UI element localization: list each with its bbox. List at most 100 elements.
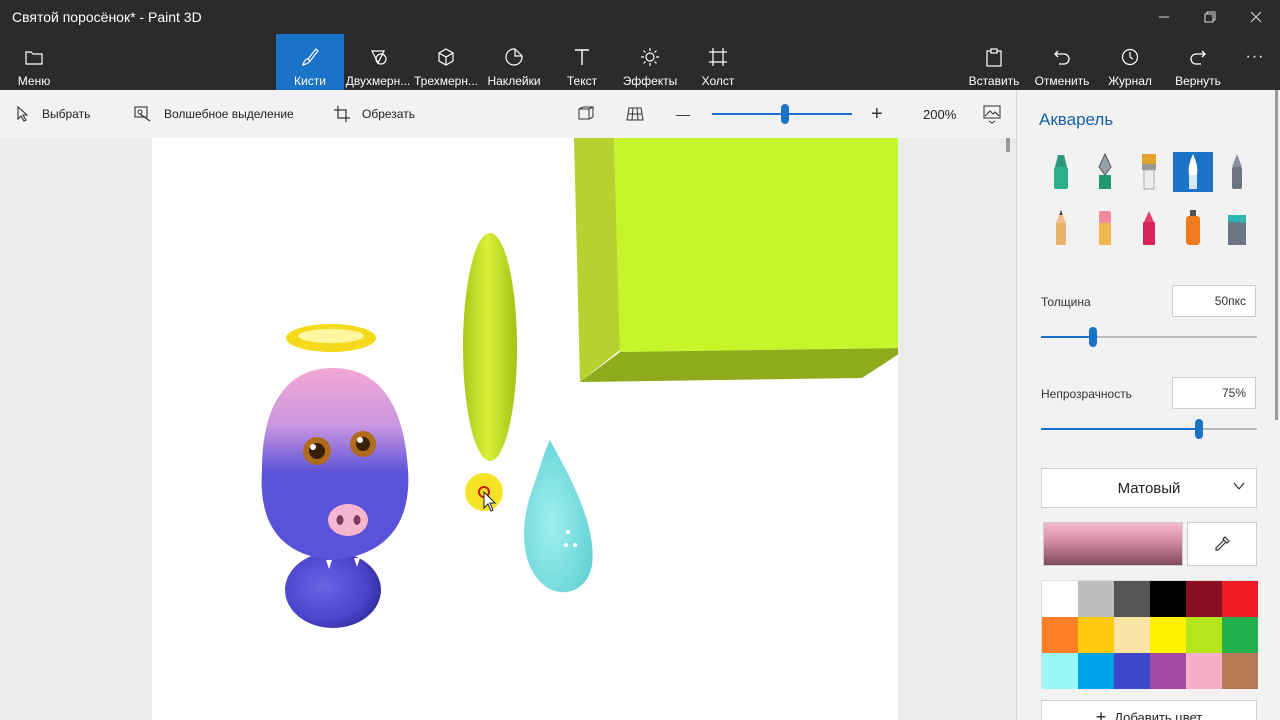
tab-text[interactable]: Текст bbox=[548, 34, 616, 90]
eyedropper-button[interactable] bbox=[1187, 522, 1257, 566]
brush-panel: Акварель Толщина 50пкс Непрозрачность 75… bbox=[1016, 90, 1280, 720]
color-swatch[interactable] bbox=[1114, 617, 1150, 653]
calligraphy-pen-button[interactable] bbox=[1085, 152, 1125, 192]
magic-select-button[interactable]: Волшебное выделение bbox=[134, 90, 294, 138]
color-swatch[interactable] bbox=[1114, 581, 1150, 617]
tab-brushes[interactable]: Кисти bbox=[276, 34, 344, 90]
menu-button[interactable]: Меню bbox=[6, 34, 62, 90]
select-button[interactable]: Выбрать bbox=[16, 90, 90, 138]
color-swatch[interactable] bbox=[1222, 653, 1258, 689]
pencil-icon bbox=[1056, 210, 1066, 245]
color-swatch[interactable] bbox=[1186, 581, 1222, 617]
text-icon bbox=[575, 49, 589, 65]
color-swatch[interactable] bbox=[1186, 653, 1222, 689]
lime-cube-shape bbox=[574, 138, 908, 382]
magic-select-label: Волшебное выделение bbox=[164, 107, 294, 121]
color-swatch[interactable] bbox=[1078, 653, 1114, 689]
crop-label: Обрезать bbox=[362, 107, 415, 121]
zoom-slider-knob[interactable] bbox=[781, 104, 789, 124]
crop-icon bbox=[334, 106, 350, 122]
color-swatch[interactable] bbox=[1078, 581, 1114, 617]
perspective-grid-toggle[interactable] bbox=[626, 90, 644, 138]
tab-effects-label: Эффекты bbox=[622, 74, 678, 88]
marker-brush-button[interactable] bbox=[1041, 152, 1081, 192]
oil-brush-button[interactable] bbox=[1129, 152, 1169, 192]
fill-bucket-button[interactable] bbox=[1217, 208, 1257, 248]
magic-select-icon bbox=[134, 106, 151, 122]
minimize-button[interactable] bbox=[1141, 0, 1187, 34]
minimize-icon bbox=[1159, 16, 1169, 18]
undo-button[interactable]: Отменить bbox=[1030, 34, 1094, 90]
eyedropper-icon bbox=[1215, 536, 1230, 551]
tab-canvas[interactable]: Холст bbox=[684, 34, 752, 90]
opacity-slider-knob[interactable] bbox=[1195, 419, 1203, 439]
add-color-button[interactable]: + Добавить цвет bbox=[1041, 700, 1257, 720]
tab-stickers-label: Наклейки bbox=[487, 74, 541, 88]
thickness-slider[interactable] bbox=[1041, 327, 1257, 347]
canvas[interactable] bbox=[152, 138, 908, 720]
tab-3d-shapes[interactable]: Трехмерн... bbox=[412, 34, 480, 90]
paste-button[interactable]: Вставить bbox=[962, 34, 1026, 90]
color-swatch[interactable] bbox=[1186, 617, 1222, 653]
pencil-button[interactable] bbox=[1041, 208, 1081, 248]
zoom-in-button[interactable]: + bbox=[871, 90, 883, 138]
thickness-slider-knob[interactable] bbox=[1089, 327, 1097, 347]
paste-icon bbox=[986, 48, 1002, 67]
view-options-button[interactable] bbox=[982, 90, 1002, 138]
thickness-label: Толщина bbox=[1041, 295, 1091, 309]
color-swatch[interactable] bbox=[1222, 581, 1258, 617]
tab-3d-label: Трехмерн... bbox=[414, 74, 478, 88]
view-3d-toggle[interactable] bbox=[578, 90, 596, 138]
color-swatch[interactable] bbox=[1150, 617, 1186, 653]
color-swatch[interactable] bbox=[1042, 581, 1078, 617]
panel-scrollbar[interactable] bbox=[1275, 90, 1278, 420]
opacity-input[interactable]: 75% bbox=[1172, 377, 1256, 409]
color-swatch[interactable] bbox=[1222, 617, 1258, 653]
workspace[interactable] bbox=[0, 138, 1016, 720]
more-button[interactable]: ··· bbox=[1240, 34, 1270, 90]
panel-title: Акварель bbox=[1039, 110, 1114, 129]
3d-view-icon bbox=[578, 106, 594, 120]
stickers-icon bbox=[505, 48, 523, 66]
color-swatch[interactable] bbox=[1042, 653, 1078, 689]
thickness-input[interactable]: 50пкс bbox=[1172, 285, 1256, 317]
opacity-slider-fill bbox=[1041, 428, 1199, 430]
crayon-icon bbox=[1143, 211, 1155, 245]
color-swatch[interactable] bbox=[1078, 617, 1114, 653]
zoom-slider[interactable] bbox=[712, 90, 852, 138]
color-swatch[interactable] bbox=[1042, 617, 1078, 653]
color-swatch[interactable] bbox=[1114, 653, 1150, 689]
finish-dropdown[interactable]: Матовый bbox=[1041, 468, 1257, 508]
tab-2d-label: Двухмерн... bbox=[345, 74, 411, 88]
cursor-arrow-icon bbox=[17, 106, 29, 122]
pixel-pen-icon bbox=[1232, 154, 1242, 189]
canvas-vertical-scrollbar[interactable] bbox=[1006, 138, 1010, 152]
undo-icon bbox=[1054, 50, 1070, 65]
pixel-pen-button[interactable] bbox=[1217, 152, 1257, 192]
color-swatch[interactable] bbox=[1150, 581, 1186, 617]
restore-button[interactable] bbox=[1187, 0, 1233, 34]
calligraphy-pen-icon bbox=[1098, 153, 1112, 189]
eraser-button[interactable] bbox=[1085, 208, 1125, 248]
zoom-out-button[interactable]: — bbox=[676, 90, 690, 138]
redo-button[interactable]: Вернуть bbox=[1166, 34, 1230, 90]
tab-effects[interactable]: Эффекты bbox=[616, 34, 684, 90]
secondary-toolbar: Выбрать Волшебное выделение Обрезать — +… bbox=[0, 90, 1016, 138]
crop-button[interactable]: Обрезать bbox=[334, 90, 415, 138]
canvas-artwork[interactable] bbox=[152, 138, 908, 720]
history-button[interactable]: Журнал bbox=[1098, 34, 1162, 90]
opacity-slider[interactable] bbox=[1041, 419, 1257, 439]
watercolor-brush-button[interactable] bbox=[1173, 152, 1213, 192]
close-button[interactable] bbox=[1233, 0, 1279, 34]
3d-shapes-icon bbox=[438, 48, 454, 66]
crayon-button[interactable] bbox=[1129, 208, 1169, 248]
oil-brush-icon bbox=[1142, 154, 1156, 190]
color-swatch[interactable] bbox=[1150, 653, 1186, 689]
tab-2d-shapes[interactable]: Двухмерн... bbox=[344, 34, 412, 90]
tab-stickers[interactable]: Наклейки bbox=[480, 34, 548, 90]
fill-bucket-icon bbox=[1228, 215, 1246, 245]
canvas-icon bbox=[709, 48, 727, 66]
menu-label: Меню bbox=[17, 74, 51, 88]
current-color-swatch[interactable] bbox=[1043, 522, 1183, 566]
spray-can-button[interactable] bbox=[1173, 208, 1213, 248]
